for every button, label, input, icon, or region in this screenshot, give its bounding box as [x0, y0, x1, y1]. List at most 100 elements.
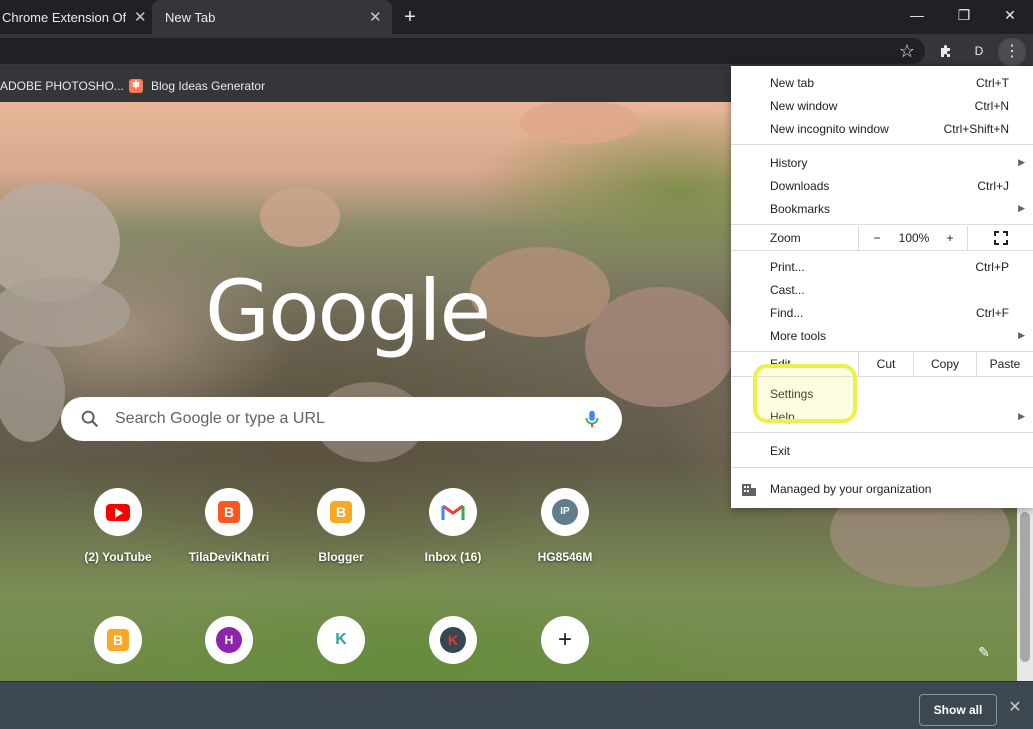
microphone-icon[interactable] — [581, 408, 603, 430]
menu-shortcut: Ctrl+Shift+N — [943, 121, 1009, 136]
menu-shortcut: Ctrl+P — [975, 259, 1009, 274]
show-all-button[interactable]: Show all — [919, 694, 997, 726]
google-logo: Google — [205, 262, 491, 360]
shortcut-technokd[interactable]: K — [285, 616, 397, 681]
menu-label: Print... — [770, 259, 805, 274]
menu-label: Bookmarks — [770, 201, 831, 216]
menu-item-new-incognito-window[interactable]: New incognito window Ctrl+Shift+N — [731, 117, 1033, 140]
menu-shortcut: Ctrl+T — [976, 75, 1009, 90]
shortcut-label: HG8546M — [537, 550, 593, 564]
search-input[interactable] — [113, 397, 563, 441]
fullscreen-icon — [993, 231, 1008, 245]
menu-item-new-tab[interactable]: New tab Ctrl+T — [731, 71, 1033, 94]
zoom-in-button[interactable]: + — [933, 226, 967, 250]
tab-new-tab[interactable]: New Tab ✕ — [152, 0, 392, 34]
search-box[interactable] — [61, 397, 622, 441]
submenu-arrow-icon: ▶ — [1018, 203, 1025, 213]
menu-item-new-window[interactable]: New window Ctrl+N — [731, 94, 1033, 117]
chrome-menu-button[interactable]: ⋮ — [998, 38, 1026, 66]
menu-label: History — [770, 155, 808, 170]
shortcut-youtube[interactable]: (2) YouTube — [62, 488, 174, 588]
blogger-icon: B — [205, 488, 253, 536]
close-tab-icon[interactable]: ✕ — [134, 8, 147, 26]
new-tab-button[interactable]: + — [398, 5, 422, 29]
menu-item-history[interactable]: History ▶ — [731, 151, 1033, 174]
shortcut-blogger-2[interactable]: B — [62, 616, 174, 681]
tab-chrome-extension[interactable]: Chrome Extension Of 2 ✕ — [0, 0, 152, 34]
menu-label: New incognito window — [770, 121, 889, 136]
youtube-icon — [94, 488, 142, 536]
menu-label: New window — [770, 98, 838, 113]
technokd-icon: K — [317, 616, 365, 664]
shortcut-h[interactable]: H — [173, 616, 285, 681]
letter-k-icon: K — [429, 616, 477, 664]
tab-title: Chrome Extension Of 2 — [2, 9, 126, 25]
menu-label: Find... — [770, 305, 804, 320]
menu-divider — [731, 224, 1033, 225]
menu-item-find[interactable]: Find... Ctrl+F — [731, 301, 1033, 324]
shortcut-label: Blogger — [318, 550, 364, 564]
zoom-label: Zoom — [770, 231, 801, 245]
submenu-arrow-icon: ▶ — [1018, 330, 1025, 340]
close-shelf-icon[interactable]: ✕ — [1005, 698, 1025, 718]
settings-highlight — [753, 364, 857, 423]
menu-divider — [731, 144, 1033, 145]
window-close-button[interactable]: ✕ — [995, 3, 1025, 27]
shortcut-inbox[interactable]: Inbox (16) — [397, 488, 509, 588]
customize-pencil-icon[interactable]: ✎ — [972, 640, 996, 664]
tab-strip: Chrome Extension Of 2 ✕ New Tab ✕ + — ❐ … — [0, 0, 1033, 34]
fullscreen-button[interactable] — [967, 226, 1033, 250]
managed-by-organization[interactable]: Managed by your organization — [731, 477, 1033, 500]
ip-icon: IP — [541, 488, 589, 536]
bookmark-adobe-photoshop[interactable]: ADOBE PHOTOSHO... — [0, 69, 124, 103]
menu-item-bookmarks[interactable]: Bookmarks ▶ — [731, 197, 1033, 220]
shortcut-k[interactable]: K — [397, 616, 509, 681]
menu-item-downloads[interactable]: Downloads Ctrl+J — [731, 174, 1033, 197]
search-icon — [81, 410, 99, 428]
menu-divider — [731, 467, 1033, 468]
menu-label: Managed by your organization — [770, 481, 932, 496]
shortcut-label: (2) YouTube — [84, 550, 152, 564]
star-icon[interactable]: ☆ — [896, 40, 918, 62]
menu-shortcut: Ctrl+F — [976, 305, 1009, 320]
scrollbar-thumb[interactable] — [1020, 512, 1030, 662]
hubspot-icon: ✱ — [129, 79, 143, 93]
paste-button[interactable]: Paste — [976, 352, 1033, 376]
bookmark-blog-ideas[interactable]: ✱ Blog Ideas Generator — [129, 69, 265, 103]
shortcut-hg8546m[interactable]: IP HG8546M — [509, 488, 621, 588]
copy-button[interactable]: Copy — [913, 352, 976, 376]
shortcut-label: Inbox (16) — [424, 550, 482, 564]
menu-label: More tools — [770, 328, 827, 343]
zoom-out-button[interactable]: − — [858, 226, 895, 250]
restore-button[interactable]: ❐ — [949, 3, 979, 27]
submenu-arrow-icon: ▶ — [1018, 157, 1025, 167]
close-tab-icon[interactable]: ✕ — [369, 8, 382, 26]
zoom-value: 100% — [898, 231, 930, 245]
menu-item-exit[interactable]: Exit — [731, 439, 1033, 462]
download-shelf: Show all ✕ — [0, 681, 1033, 729]
bookmark-label: ADOBE PHOTOSHO... — [0, 79, 124, 93]
extensions-icon[interactable] — [935, 40, 957, 62]
tab-title: New Tab — [165, 9, 216, 25]
menu-shortcut: Ctrl+J — [977, 178, 1009, 193]
menu-item-cast[interactable]: Cast... — [731, 278, 1033, 301]
menu-shortcut: Ctrl+N — [974, 98, 1009, 113]
menu-divider — [731, 432, 1033, 433]
minimize-button[interactable]: — — [902, 3, 932, 27]
add-shortcut-icon: + — [541, 616, 589, 664]
menu-item-print[interactable]: Print... Ctrl+P — [731, 255, 1033, 278]
cut-button[interactable]: Cut — [858, 352, 913, 376]
address-bar[interactable] — [0, 38, 925, 64]
add-shortcut-button[interactable]: + — [509, 616, 621, 681]
menu-divider — [731, 250, 1033, 251]
profile-avatar[interactable]: D — [968, 40, 990, 62]
menu-item-more-tools[interactable]: More tools ▶ — [731, 324, 1033, 347]
menu-label: New tab — [770, 75, 815, 90]
shortcut-blogger[interactable]: B Blogger — [285, 488, 397, 588]
gmail-icon — [429, 488, 477, 536]
blogger-icon: B — [317, 488, 365, 536]
building-icon — [742, 483, 756, 496]
shortcut-tiladevikhatri[interactable]: B TilaDeviKhatri — [173, 488, 285, 588]
toolbar: ☆ D ⋮ — [0, 34, 1033, 68]
menu-label: Downloads — [770, 178, 830, 193]
